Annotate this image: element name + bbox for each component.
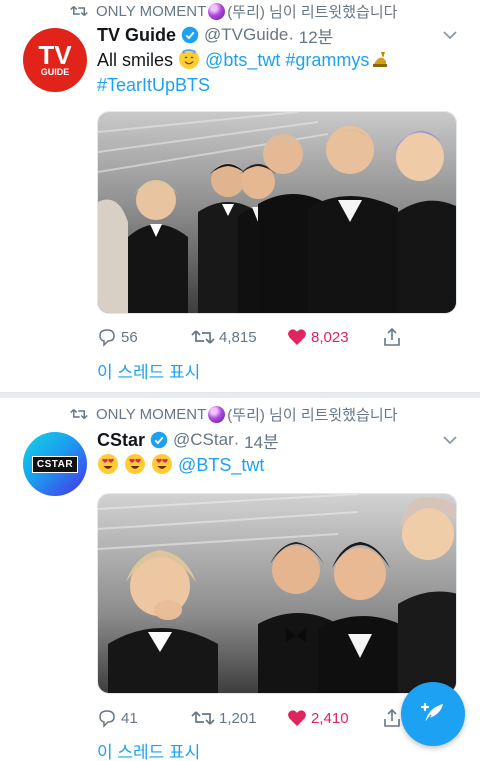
mention-link[interactable]: @bts_twt [205,50,280,70]
tweet-text: @BTS_twt [97,453,467,478]
heart-icon [288,710,306,726]
tweet-header: CStar @CStar · 14분 [97,428,279,452]
display-name[interactable]: TV Guide [97,25,176,46]
reply-icon [99,710,115,728]
purple-orb-emoji [208,2,226,20]
hashtag-link[interactable]: #TearItUpBTS [97,75,210,95]
retweet-suffix: (뚜리) 님이 리트윗했습니다 [227,406,398,424]
tweet-time[interactable]: · 12분 [288,23,333,48]
reply-button[interactable]: 41 [97,708,138,728]
retweet-count: 4,815 [219,328,257,346]
chevron-down-icon[interactable] [442,27,458,43]
heart-eyes-emoji [98,454,118,474]
trophy-emoji [370,49,390,69]
mention-link[interactable]: @BTS_twt [178,455,264,475]
user-handle[interactable]: @CStar [173,430,234,450]
avatar-logo-text: CSTAR [31,455,79,473]
retweet-icon [191,711,215,725]
share-icon [384,708,400,727]
photo-image [98,494,456,693]
hashtag-link[interactable]: #grammys [285,50,369,70]
show-thread-link[interactable]: 이 스레드 표시 [97,738,200,761]
compose-icon [420,702,443,724]
tweet-photo[interactable] [97,493,457,694]
reply-button[interactable]: 56 [97,327,138,347]
tweet-photo[interactable] [97,111,457,314]
tweet-header: TV Guide @TVGuide · 12분 [97,23,333,47]
angel-smile-emoji [179,49,200,69]
avatar-logo-text: TV [38,40,72,70]
like-count: 2,410 [311,709,349,727]
user-handle[interactable]: @TVGuide [204,25,288,45]
reply-count: 56 [121,328,138,346]
reply-count: 41 [121,709,138,727]
chevron-down-icon[interactable] [442,432,458,448]
like-button[interactable]: 8,023 [287,327,349,347]
compose-tweet-button[interactable] [401,682,465,746]
display-name[interactable]: CStar [97,430,145,451]
share-button[interactable] [382,327,406,347]
retweet-button[interactable]: 4,815 [191,327,257,347]
heart-eyes-emoji [125,454,146,474]
tweet-text-plain: All smiles [97,50,174,70]
tweet-actions: 41 1,201 2,410 [97,707,437,729]
retweet-button[interactable]: 1,201 [191,708,257,728]
retweet-icon [70,408,88,420]
avatar[interactable]: TV GUIDE [23,28,87,92]
verified-icon [150,431,168,449]
reply-icon [99,329,115,347]
retweeter-name[interactable]: ONLY MOMENT [96,3,206,20]
like-button[interactable]: 2,410 [287,708,349,728]
retweet-context: ONLY MOMENT (뚜리) 님이 리트윗했습니다 [70,0,397,22]
photo-image [98,112,456,313]
tweet-card[interactable]: ONLY MOMENT (뚜리) 님이 리트윗했습니다 TV GUIDE TV … [0,0,480,392]
heart-eyes-emoji [152,454,173,474]
verified-icon [181,26,199,44]
retweet-icon [191,330,215,344]
show-thread-link[interactable]: 이 스레드 표시 [97,358,200,383]
avatar[interactable]: CSTAR [23,432,87,496]
retweet-count: 1,201 [219,709,257,727]
avatar-logo-subtext: GUIDE [40,67,70,77]
share-icon [384,327,400,346]
purple-orb-emoji [208,405,226,423]
heart-icon [288,329,306,345]
tweet-time[interactable]: · 14분 [234,428,279,453]
tweet-actions: 56 4,815 8,023 [97,326,437,348]
retweet-context: ONLY MOMENT (뚜리) 님이 리트윗했습니다 [70,403,397,425]
retweet-icon [70,5,88,17]
tweet-text: All smiles @bts_twt #grammys #TearItUpBT… [97,48,467,98]
retweeter-name[interactable]: ONLY MOMENT [96,406,206,423]
like-count: 8,023 [311,328,349,346]
retweet-suffix: (뚜리) 님이 리트윗했습니다 [227,3,398,21]
